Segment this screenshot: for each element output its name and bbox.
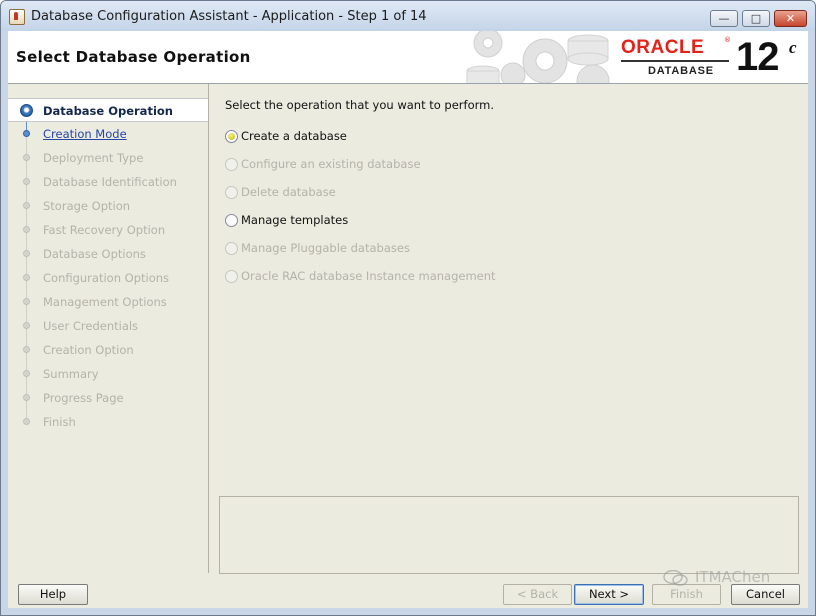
step-database-identification: Database Identification [8, 170, 208, 194]
title-bar: Database Configuration Assistant - Appli… [1, 1, 815, 31]
option-delete-database: Delete database [225, 183, 625, 203]
option-configure-existing-database: Configure an existing database [225, 155, 625, 175]
step-label: Creation Option [43, 343, 134, 357]
version-number: 12 [736, 35, 779, 79]
step-configuration-options: Configuration Options [8, 266, 208, 290]
step-database-options: Database Options [8, 242, 208, 266]
watermark-text: ITMAChen [695, 568, 771, 586]
step-label: Storage Option [43, 199, 131, 213]
oracle-brand-text: ORACLE [621, 37, 705, 58]
main-panel: Database Operation Creation Mode Deploym… [8, 84, 808, 608]
step-label: Database Options [43, 247, 146, 261]
steps-sidebar: Database Operation Creation Mode Deploym… [8, 84, 209, 573]
java-app-icon [9, 9, 25, 25]
step-deployment-type: Deployment Type [8, 146, 208, 170]
step-label: Creation Mode [43, 127, 127, 141]
step-label: Fast Recovery Option [43, 223, 166, 237]
step-node-icon [23, 322, 30, 329]
step-storage-option: Storage Option [8, 194, 208, 218]
option-rac-instance-management: Oracle RAC database Instance management [225, 267, 625, 287]
step-progress-page: Progress Page [8, 386, 208, 410]
oracle-database-12c-logo: ORACLE ® DATABASE 12 c [621, 35, 801, 81]
step-label: Summary [43, 367, 99, 381]
dbca-window: Database Configuration Assistant - Appli… [0, 0, 816, 616]
help-button[interactable]: Help [18, 584, 88, 605]
step-finish: Finish [8, 410, 208, 434]
radio-button[interactable] [225, 214, 238, 227]
option-manage-pluggable-databases: Manage Pluggable databases [225, 239, 625, 259]
radio-label: Configure an existing database [241, 157, 421, 171]
step-node-icon [23, 226, 30, 233]
step-label: Finish [43, 415, 76, 429]
step-management-options: Management Options [8, 290, 208, 314]
gears-graphic-icon [466, 31, 610, 83]
step-summary: Summary [8, 362, 208, 386]
watermark: ITMAChen [663, 568, 770, 586]
step-user-credentials: User Credentials [8, 314, 208, 338]
wechat-icon [663, 569, 688, 586]
window-title: Database Configuration Assistant - Appli… [31, 9, 427, 24]
radio-button [225, 186, 238, 199]
registered-mark: ® [724, 36, 731, 44]
radio-button [225, 158, 238, 171]
operation-prompt: Select the operation that you want to pe… [225, 98, 495, 112]
step-label: Progress Page [43, 391, 124, 405]
step-label: Management Options [43, 295, 167, 309]
page-title: Select Database Operation [16, 48, 251, 66]
step-database-operation[interactable]: Database Operation [8, 98, 208, 122]
radio-label: Manage templates [241, 213, 349, 227]
finish-button: Finish [652, 584, 721, 605]
next-button[interactable]: Next > [574, 584, 644, 605]
radio-label: Delete database [241, 185, 336, 199]
minimize-button[interactable]: — [710, 10, 738, 27]
radio-button [225, 242, 238, 255]
radio-label: Create a database [241, 129, 347, 143]
step-node-icon [23, 418, 30, 425]
radio-label: Manage Pluggable databases [241, 241, 410, 255]
message-area [219, 496, 799, 574]
step-node-icon [23, 130, 30, 137]
step-node-icon [23, 178, 30, 185]
version-suffix: c [789, 38, 797, 57]
step-node-icon [23, 154, 30, 161]
option-manage-templates[interactable]: Manage templates [225, 211, 625, 231]
step-label: User Credentials [43, 319, 139, 333]
close-button[interactable]: ✕ [774, 10, 807, 27]
step-node-icon [23, 394, 30, 401]
step-label: Configuration Options [43, 271, 170, 285]
back-button: < Back [503, 584, 572, 605]
step-node-icon [23, 346, 30, 353]
logo-divider [621, 60, 729, 62]
step-current-icon [20, 104, 33, 117]
step-creation-option: Creation Option [8, 338, 208, 362]
step-node-icon [23, 250, 30, 257]
database-product-text: DATABASE [648, 65, 714, 77]
radio-label: Oracle RAC database Instance management [241, 269, 496, 283]
maximize-button[interactable]: □ [742, 10, 770, 27]
cancel-button[interactable]: Cancel [731, 584, 800, 605]
step-creation-mode[interactable]: Creation Mode [8, 122, 208, 146]
step-node-icon [23, 298, 30, 305]
step-label: Database Operation [43, 104, 173, 118]
step-node-icon [23, 274, 30, 281]
content-panel: Select the operation that you want to pe… [218, 84, 808, 574]
step-node-icon [23, 202, 30, 209]
step-node-icon [23, 370, 30, 377]
radio-button[interactable] [225, 130, 238, 143]
radio-button [225, 270, 238, 283]
header-panel: Select Database Operation ORACLE ® DATAB… [8, 31, 808, 84]
step-label: Deployment Type [43, 151, 144, 165]
step-label: Database Identification [43, 175, 177, 189]
step-fast-recovery-option: Fast Recovery Option [8, 218, 208, 242]
option-create-database[interactable]: Create a database [225, 127, 625, 147]
